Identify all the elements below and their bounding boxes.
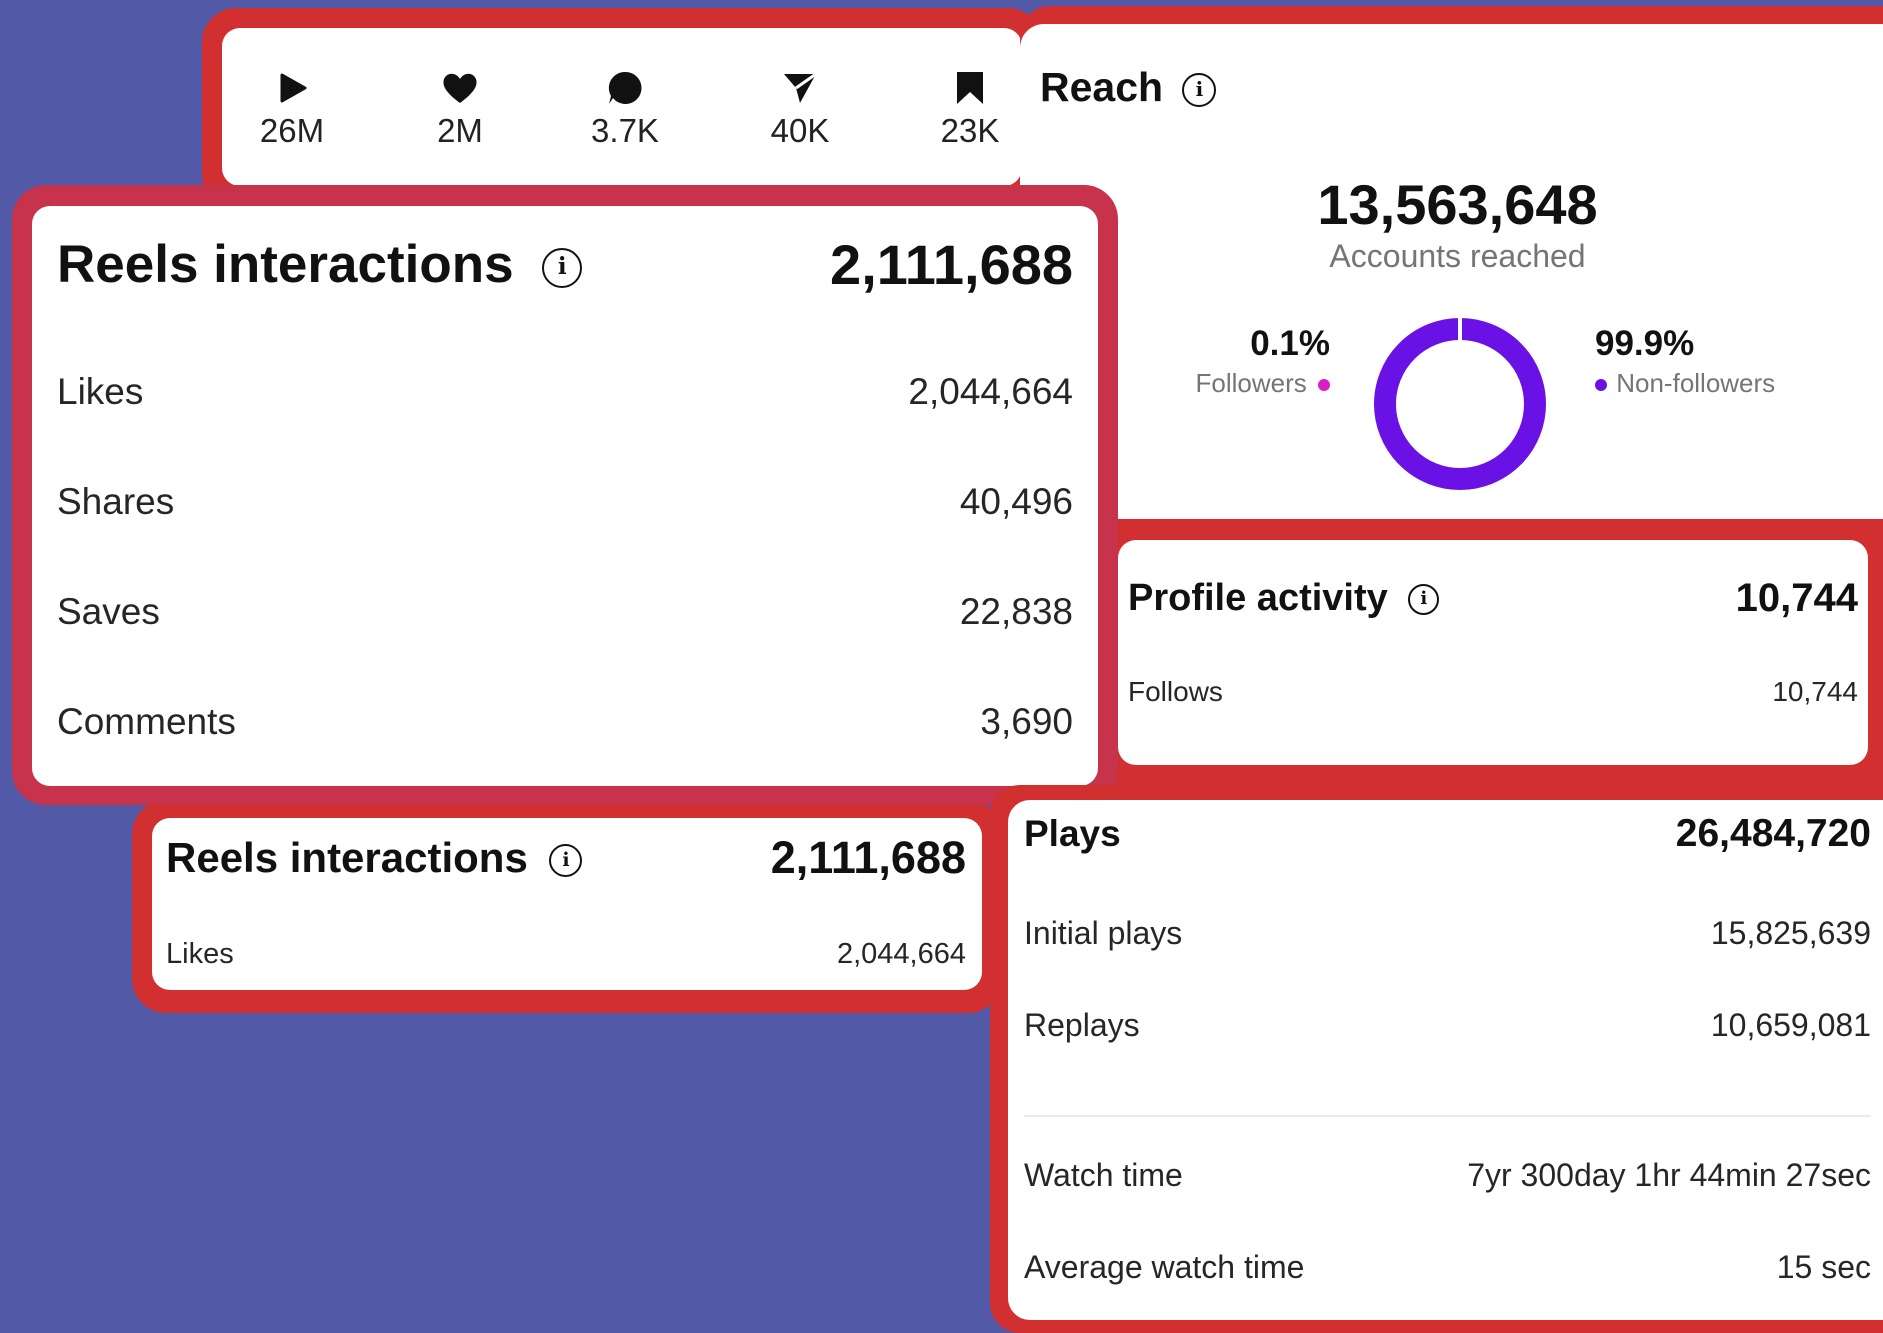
row-value: 3,690 xyxy=(980,701,1073,742)
reach-donut-chart xyxy=(1374,318,1546,490)
row-label: Average watch time xyxy=(1024,1249,1305,1285)
list-item: Follows 10,744 xyxy=(1128,676,1858,708)
row-value: 15 sec xyxy=(1776,1249,1871,1285)
reels-interactions-total: 2,111,688 xyxy=(830,233,1073,296)
row-label: Initial plays xyxy=(1024,915,1183,951)
plays-total: 26,484,720 xyxy=(1675,812,1871,855)
stat-shares: 40K xyxy=(740,68,860,150)
nonfollowers-percent: 99.9% xyxy=(1595,324,1695,363)
row-label: Watch time xyxy=(1024,1157,1183,1193)
info-icon[interactable]: i xyxy=(549,844,583,878)
stat-value: 40K xyxy=(770,112,830,149)
list-item: Watch time 7yr 300day 1hr 44min 27sec xyxy=(1024,1157,1871,1194)
row-value: 2,044,664 xyxy=(836,938,966,970)
info-icon[interactable]: i xyxy=(1182,73,1217,108)
row-value: 10,744 xyxy=(1772,676,1858,707)
nonfollowers-label: Non-followers xyxy=(1616,368,1776,398)
reels-interactions-small-title: Reels interactions xyxy=(166,834,528,881)
row-label: Replays xyxy=(1024,1007,1140,1043)
stat-saves: 23K xyxy=(910,68,1022,150)
plays-card: Plays 26,484,720 Initial plays 15,825,63… xyxy=(1008,800,1883,1320)
list-item: Initial plays 15,825,639 xyxy=(1024,915,1871,952)
reels-interactions-card: Reels interactions i 2,111,688 Likes 2,0… xyxy=(32,206,1098,786)
stat-value: 3.7K xyxy=(591,112,659,149)
stat-likes: 2M xyxy=(400,68,520,150)
reels-interactions-small-total: 2,111,688 xyxy=(770,832,966,883)
followers-percent: 0.1% xyxy=(1250,324,1330,363)
play-icon xyxy=(280,73,307,103)
profile-activity-card: Profile activity i 10,744 Follows 10,744 xyxy=(1118,540,1868,765)
reach-card: Reach i 13,563,648 Accounts reached 0.1%… xyxy=(1020,24,1883,519)
row-label: Saves xyxy=(57,591,160,632)
heart-icon xyxy=(443,73,477,103)
followers-legend-dot xyxy=(1318,379,1330,392)
stat-value: 26M xyxy=(259,112,325,149)
row-value: 22,838 xyxy=(959,591,1073,632)
stat-value: 2M xyxy=(437,112,483,149)
comment-icon xyxy=(608,71,642,104)
reach-total: 13,563,648 xyxy=(1317,173,1598,236)
reels-interactions-title: Reels interactions xyxy=(57,235,514,294)
row-value: 10,659,081 xyxy=(1710,1007,1871,1043)
profile-activity-title: Profile activity xyxy=(1128,577,1388,619)
info-icon[interactable]: i xyxy=(542,248,583,288)
bookmark-icon xyxy=(957,72,983,104)
reach-total-label: Accounts reached xyxy=(1329,238,1586,274)
list-item: Replays 10,659,081 xyxy=(1024,1007,1871,1044)
list-item: Shares 40,496 xyxy=(57,481,1073,523)
reach-title: Reach xyxy=(1040,64,1164,110)
row-value: 2,044,664 xyxy=(908,371,1073,412)
stat-plays: 26M xyxy=(232,68,352,150)
row-value: 15,825,639 xyxy=(1710,915,1871,951)
list-item: Likes 2,044,664 xyxy=(57,371,1073,413)
share-icon xyxy=(784,72,817,103)
plays-title: Plays xyxy=(1024,813,1121,854)
followers-label: Followers xyxy=(1195,368,1307,398)
list-item: Saves 22,838 xyxy=(57,591,1073,633)
row-label: Shares xyxy=(57,481,175,522)
info-icon[interactable]: i xyxy=(1408,584,1440,616)
row-label: Likes xyxy=(166,938,234,970)
divider xyxy=(1024,1115,1871,1117)
stats-card: 26M 2M 3.7K 40K 23K xyxy=(222,28,1022,186)
list-item: Comments 3,690 xyxy=(57,701,1073,743)
stat-value: 23K xyxy=(940,112,1000,149)
list-item: Likes 2,044,664 xyxy=(166,938,966,971)
row-value: 40,496 xyxy=(959,481,1073,522)
nonfollowers-legend-dot xyxy=(1595,379,1607,392)
donut-nonfollowers-ring xyxy=(1374,318,1546,490)
row-label: Follows xyxy=(1128,676,1223,707)
row-label: Likes xyxy=(57,371,144,412)
row-value: 7yr 300day 1hr 44min 27sec xyxy=(1467,1157,1871,1193)
reels-interactions-small-card: Reels interactions i 2,111,688 Likes 2,0… xyxy=(152,818,982,990)
stat-comments: 3.7K xyxy=(565,68,685,150)
list-item: Average watch time 15 sec xyxy=(1024,1249,1871,1286)
profile-activity-total: 10,744 xyxy=(1735,576,1858,620)
row-label: Comments xyxy=(57,701,236,742)
